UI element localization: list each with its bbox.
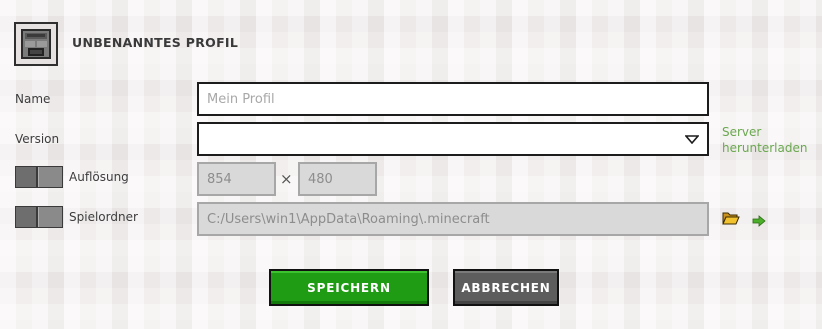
- download-server-link[interactable]: Server herunterladen: [722, 124, 807, 156]
- resolution-width-input[interactable]: [197, 162, 276, 196]
- toggle-knob: [16, 167, 38, 187]
- resolution-toggle[interactable]: [15, 166, 63, 188]
- furnace-block-icon: [21, 29, 51, 59]
- game-folder-toggle[interactable]: [15, 206, 63, 228]
- name-input[interactable]: [197, 82, 709, 116]
- game-folder-label: Spielordner: [69, 210, 138, 224]
- profile-icon[interactable]: [14, 22, 58, 66]
- save-button[interactable]: SPEICHERN: [269, 269, 429, 306]
- toggle-knob: [16, 207, 38, 227]
- download-server-link-line1: Server: [722, 125, 762, 139]
- arrow-right-icon[interactable]: [752, 212, 766, 231]
- name-label: Name: [15, 92, 51, 106]
- folder-icon[interactable]: [722, 210, 740, 229]
- download-server-link-line2: herunterladen: [722, 141, 808, 155]
- profile-title: UNBENANNTES PROFIL: [72, 35, 239, 50]
- version-select[interactable]: [197, 122, 709, 156]
- resolution-label: Auflösung: [69, 170, 129, 184]
- version-label: Version: [15, 132, 60, 146]
- game-folder-input[interactable]: [197, 202, 709, 236]
- cancel-button[interactable]: ABBRECHEN: [453, 269, 559, 306]
- resolution-height-input[interactable]: [298, 162, 377, 196]
- toggle-track: [38, 167, 62, 187]
- toggle-track: [38, 207, 62, 227]
- resolution-separator: ×: [280, 170, 293, 188]
- triangle-down-icon: [685, 135, 699, 144]
